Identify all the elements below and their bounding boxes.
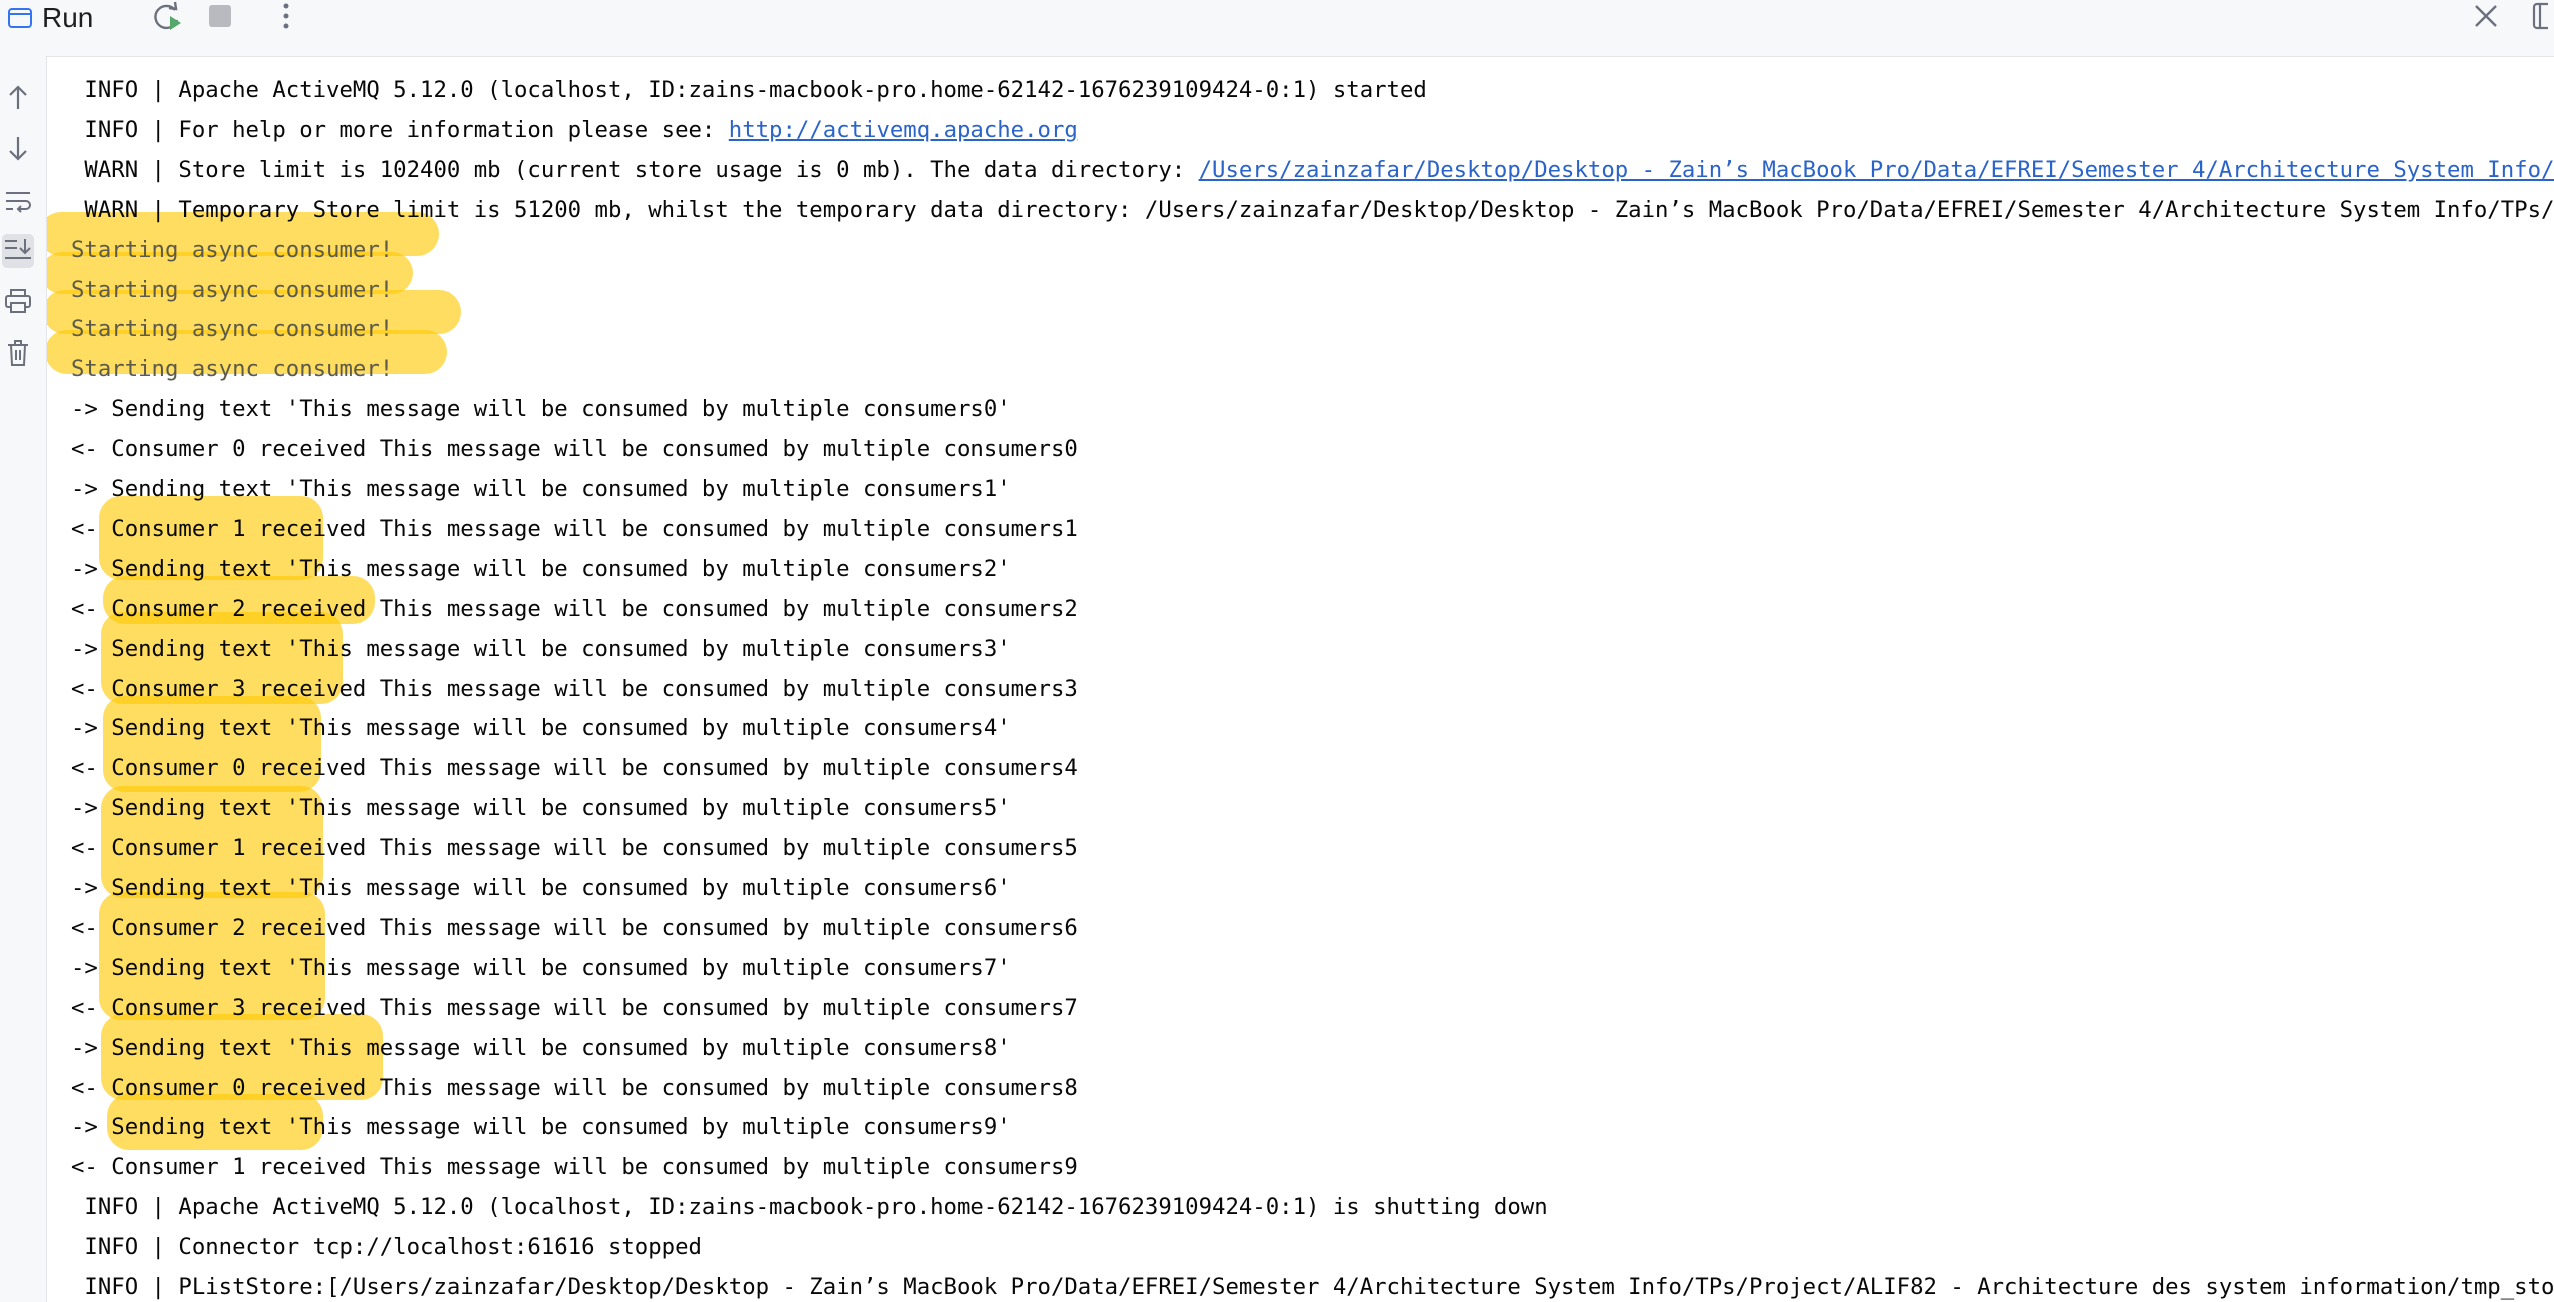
console-line-text: -> Sending text 'This message will be co… (71, 555, 1011, 582)
console-window-icon (6, 4, 34, 32)
console-line-text: <- Consumer 2 received This message will… (71, 914, 1078, 941)
console-line-text: Starting async consumer! (71, 356, 394, 383)
console-line: Starting async consumer! (71, 309, 393, 349)
close-icon (2473, 3, 2499, 34)
console-line: -> Sending text 'This message will be co… (71, 948, 1011, 988)
console-line: Starting async consumer! (71, 349, 393, 389)
console-line: -> Sending text 'This message will be co… (71, 1028, 1011, 1068)
console-line-text: -> Sending text 'This message will be co… (71, 1114, 1011, 1141)
console-line-text: -> Sending text 'This message will be co… (71, 635, 1011, 662)
console-line-text: <- Consumer 2 received This message will… (71, 595, 1078, 622)
console-line-text: -> Sending text 'This message will be co… (71, 954, 1011, 981)
stop-button[interactable] (200, 0, 240, 36)
console-line-text: -> Sending text 'This message will be co… (71, 476, 1011, 502)
soft-wrap-icon (4, 189, 32, 218)
console-line-text: <- Consumer 1 received This message will… (71, 1154, 1078, 1181)
print-icon (4, 288, 32, 319)
down-arrow-icon (7, 135, 29, 168)
console-line-text: INFO | Connector tcp://localhost:61616 s… (71, 1234, 702, 1261)
scroll-to-end-button[interactable] (2, 234, 34, 268)
console-line: <- Consumer 2 received This message will… (71, 908, 1078, 948)
console-line-text: Starting async consumer! (71, 276, 394, 303)
console-line: WARN | Store limit is 102400 mb (current… (71, 150, 2554, 190)
more-options-button[interactable] (266, 0, 306, 36)
console-line: <- Consumer 0 received This message will… (71, 748, 1078, 788)
soft-wrap-button[interactable] (2, 186, 34, 220)
console-line-text: <- Consumer 3 received This message will… (71, 675, 1078, 702)
console-line: -> Sending text 'This message will be co… (71, 549, 1011, 589)
console-line-text: INFO | For help or more information plea… (71, 116, 729, 143)
console-line: Starting async consumer! (71, 230, 393, 270)
console-line-text: -> Sending text 'This message will be co… (71, 396, 1011, 423)
rerun-button[interactable] (148, 0, 188, 36)
run-tab-label: Run (42, 2, 94, 33)
console-line: -> Sending text 'This message will be co… (71, 389, 1011, 429)
console-line-text: INFO | Apache ActiveMQ 5.12.0 (localhost… (71, 77, 1427, 103)
rerun-icon (151, 0, 185, 37)
console-line-text: INFO | PListStore:[/Users/zainzafar/Desk… (71, 1274, 2554, 1300)
console-line-text: -> Sending text 'This message will be co… (71, 1034, 1011, 1061)
console-line: <- Consumer 1 received This message will… (71, 1147, 1078, 1187)
console-line-text: <- Consumer 0 received This message will… (71, 436, 1078, 463)
console-line: -> Sending text 'This message will be co… (71, 788, 1011, 828)
console-line: <- Consumer 1 received This message will… (71, 828, 1078, 868)
up-arrow-icon (7, 83, 29, 116)
run-toolbar: Run (0, 0, 2554, 57)
console-line: WARN | Temporary Store limit is 51200 mb… (71, 190, 2554, 230)
console-line: INFO | Apache ActiveMQ 5.12.0 (localhost… (71, 70, 1427, 110)
console-line: <- Consumer 3 received This message will… (71, 669, 1078, 709)
console-line: INFO | For help or more information plea… (71, 110, 1078, 150)
console-line: -> Sending text 'This message will be co… (71, 868, 1011, 908)
scroll-to-end-icon (3, 237, 33, 266)
console-line: -> Sending text 'This message will be co… (71, 469, 1011, 509)
scroll-up-button[interactable] (2, 82, 34, 116)
console-gutter (0, 56, 47, 1302)
console-line-text: Starting async consumer! (71, 316, 394, 343)
console-line-text: -> Sending text 'This message will be co… (71, 795, 1011, 822)
console-line-text: Starting async consumer! (71, 236, 394, 263)
console-line: -> Sending text 'This message will be co… (71, 1107, 1011, 1147)
console-line: <- Consumer 0 received This message will… (71, 1068, 1078, 1108)
console-line: -> Sending text 'This message will be co… (71, 708, 1011, 748)
console-line-text: -> Sending text 'This message will be co… (71, 715, 1011, 742)
console-line-text: <- Consumer 3 received This message will… (71, 994, 1078, 1021)
scroll-down-button[interactable] (2, 134, 34, 168)
console-line: INFO | PListStore:[/Users/zainzafar/Desk… (71, 1267, 2554, 1302)
console-line: <- Consumer 1 received This message will… (71, 509, 1078, 549)
console-hyperlink[interactable]: http://activemq.apache.org (729, 117, 1078, 143)
clear-all-button[interactable] (2, 338, 34, 372)
console-line: <- Consumer 2 received This message will… (71, 589, 1078, 629)
close-button[interactable] (2466, 0, 2506, 36)
console-hyperlink[interactable]: /Users/zainzafar/Desktop/Desktop - Zain’… (1199, 157, 2554, 183)
console-line: INFO | Connector tcp://localhost:61616 s… (71, 1227, 702, 1267)
console-line-text: WARN | Temporary Store limit is 51200 mb… (71, 196, 2554, 223)
layout-icon (2528, 2, 2554, 35)
more-options-icon (282, 2, 290, 35)
console-line-text: <- Consumer 1 received This message will… (71, 515, 1078, 542)
console-line-text: <- Consumer 0 received This message will… (71, 1074, 1078, 1101)
console-line-text: <- Consumer 1 received This message will… (71, 835, 1078, 862)
stop-icon (207, 3, 233, 34)
console-line: <- Consumer 0 received This message will… (71, 429, 1078, 469)
console-output[interactable]: INFO | Apache ActiveMQ 5.12.0 (localhost… (47, 56, 2554, 1302)
layout-button[interactable] (2522, 0, 2554, 36)
console-line: Starting async consumer! (71, 270, 393, 310)
console-line-text: -> Sending text 'This message will be co… (71, 875, 1011, 901)
clear-all-icon (6, 339, 30, 372)
console-line: INFO | Apache ActiveMQ 5.12.0 (localhost… (71, 1187, 1548, 1227)
console-line-text: WARN | Store limit is 102400 mb (current… (71, 156, 1199, 183)
console-line-text: INFO | Apache ActiveMQ 5.12.0 (localhost… (71, 1194, 1548, 1221)
console-line-text: <- Consumer 0 received This message will… (71, 755, 1078, 782)
console-line: <- Consumer 3 received This message will… (71, 988, 1078, 1028)
console-line: -> Sending text 'This message will be co… (71, 629, 1011, 669)
run-tab[interactable]: Run (6, 2, 93, 34)
print-button[interactable] (2, 286, 34, 320)
